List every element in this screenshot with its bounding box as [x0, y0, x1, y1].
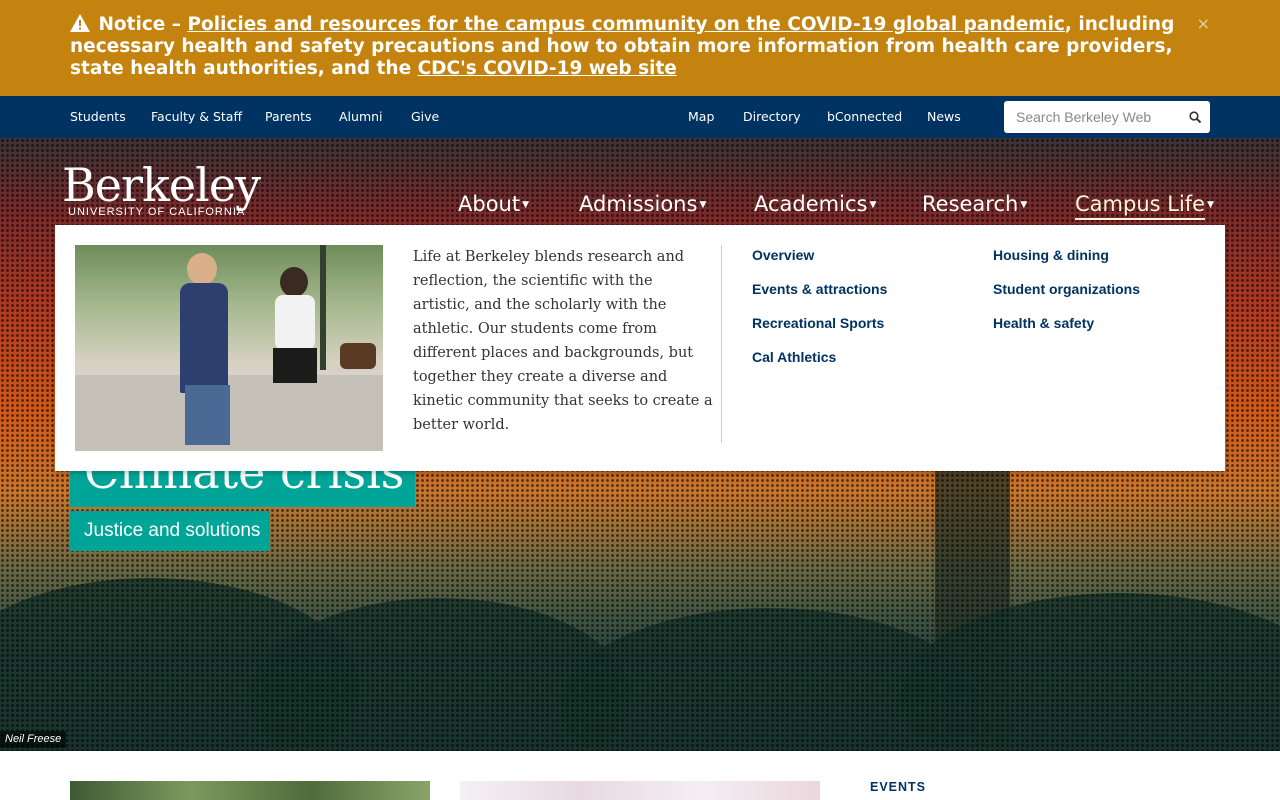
- hero-subtitle[interactable]: Justice and solutions: [70, 511, 270, 551]
- link-events-attractions[interactable]: Events & attractions: [752, 281, 887, 297]
- campus-life-blurb: Life at Berkeley blends research and ref…: [413, 249, 713, 433]
- nav-about[interactable]: About ▼: [458, 192, 529, 216]
- caret-down-icon: ▼: [699, 200, 707, 210]
- warning-icon: [70, 14, 90, 32]
- nav-research-label: Research: [922, 192, 1019, 216]
- util-link-students[interactable]: Students: [70, 109, 126, 124]
- students-photo: [75, 245, 383, 451]
- news-image[interactable]: [460, 781, 820, 800]
- link-recreational-sports[interactable]: Recreational Sports: [752, 315, 884, 331]
- util-link-map[interactable]: Map: [688, 109, 714, 124]
- nav-campus-life-label: Campus Life: [1075, 192, 1206, 220]
- cdc-covid-link[interactable]: CDC's COVID-19 web site: [418, 58, 677, 79]
- util-link-directory[interactable]: Directory: [743, 109, 801, 124]
- events-heading: EVENTS: [870, 780, 927, 794]
- util-link-alumni[interactable]: Alumni: [339, 109, 383, 124]
- util-link-give[interactable]: Give: [411, 109, 439, 124]
- caret-down-icon: ▼: [1207, 200, 1215, 210]
- nav-about-label: About: [458, 192, 521, 216]
- divider: [721, 245, 722, 443]
- nav-campus-life[interactable]: Campus Life ▼: [1075, 192, 1215, 220]
- caret-down-icon: ▼: [1020, 200, 1028, 210]
- nav-academics-label: Academics: [754, 192, 868, 216]
- close-icon[interactable]: ×: [1197, 14, 1210, 33]
- util-link-news[interactable]: News: [927, 109, 961, 124]
- covid-policies-link[interactable]: Policies and resources for the campus co…: [188, 14, 1065, 35]
- util-link-faculty-staff[interactable]: Faculty & Staff: [151, 109, 242, 124]
- link-housing-dining[interactable]: Housing & dining: [993, 247, 1109, 263]
- campus-life-dropdown: Life at Berkeley blends research and ref…: [55, 225, 1225, 471]
- news-image[interactable]: [70, 781, 430, 800]
- nav-academics[interactable]: Academics ▼: [754, 192, 876, 216]
- caret-down-icon: ▼: [869, 200, 877, 210]
- search-box: [1004, 101, 1210, 133]
- notice-label: Notice –: [98, 14, 182, 35]
- caret-down-icon: ▼: [522, 200, 530, 210]
- link-health-safety[interactable]: Health & safety: [993, 315, 1094, 331]
- link-cal-athletics[interactable]: Cal Athletics: [752, 349, 836, 365]
- search-input[interactable]: [1004, 101, 1184, 133]
- util-link-parents[interactable]: Parents: [265, 109, 312, 124]
- utility-bar: Students Faculty & Staff Parents Alumni …: [0, 96, 1280, 138]
- notice-text: Notice – Policies and resources for the …: [70, 14, 1190, 80]
- link-overview[interactable]: Overview: [752, 247, 814, 263]
- logo-subtitle: UNIVERSITY OF CALIFORNIA: [68, 206, 246, 218]
- util-link-bconnected[interactable]: bConnected: [827, 109, 902, 124]
- nav-admissions[interactable]: Admissions ▼: [579, 192, 706, 216]
- logo-wordmark: Berkeley: [62, 158, 261, 212]
- photo-credit: Neil Freese: [0, 731, 67, 748]
- covid-notice-banner: Notice – Policies and resources for the …: [0, 0, 1280, 96]
- nav-admissions-label: Admissions: [579, 192, 698, 216]
- link-student-organizations[interactable]: Student organizations: [993, 281, 1140, 297]
- nav-research[interactable]: Research ▼: [922, 192, 1027, 216]
- search-icon[interactable]: [1188, 110, 1202, 124]
- berkeley-logo[interactable]: Berkeley UNIVERSITY OF CALIFORNIA: [62, 158, 261, 218]
